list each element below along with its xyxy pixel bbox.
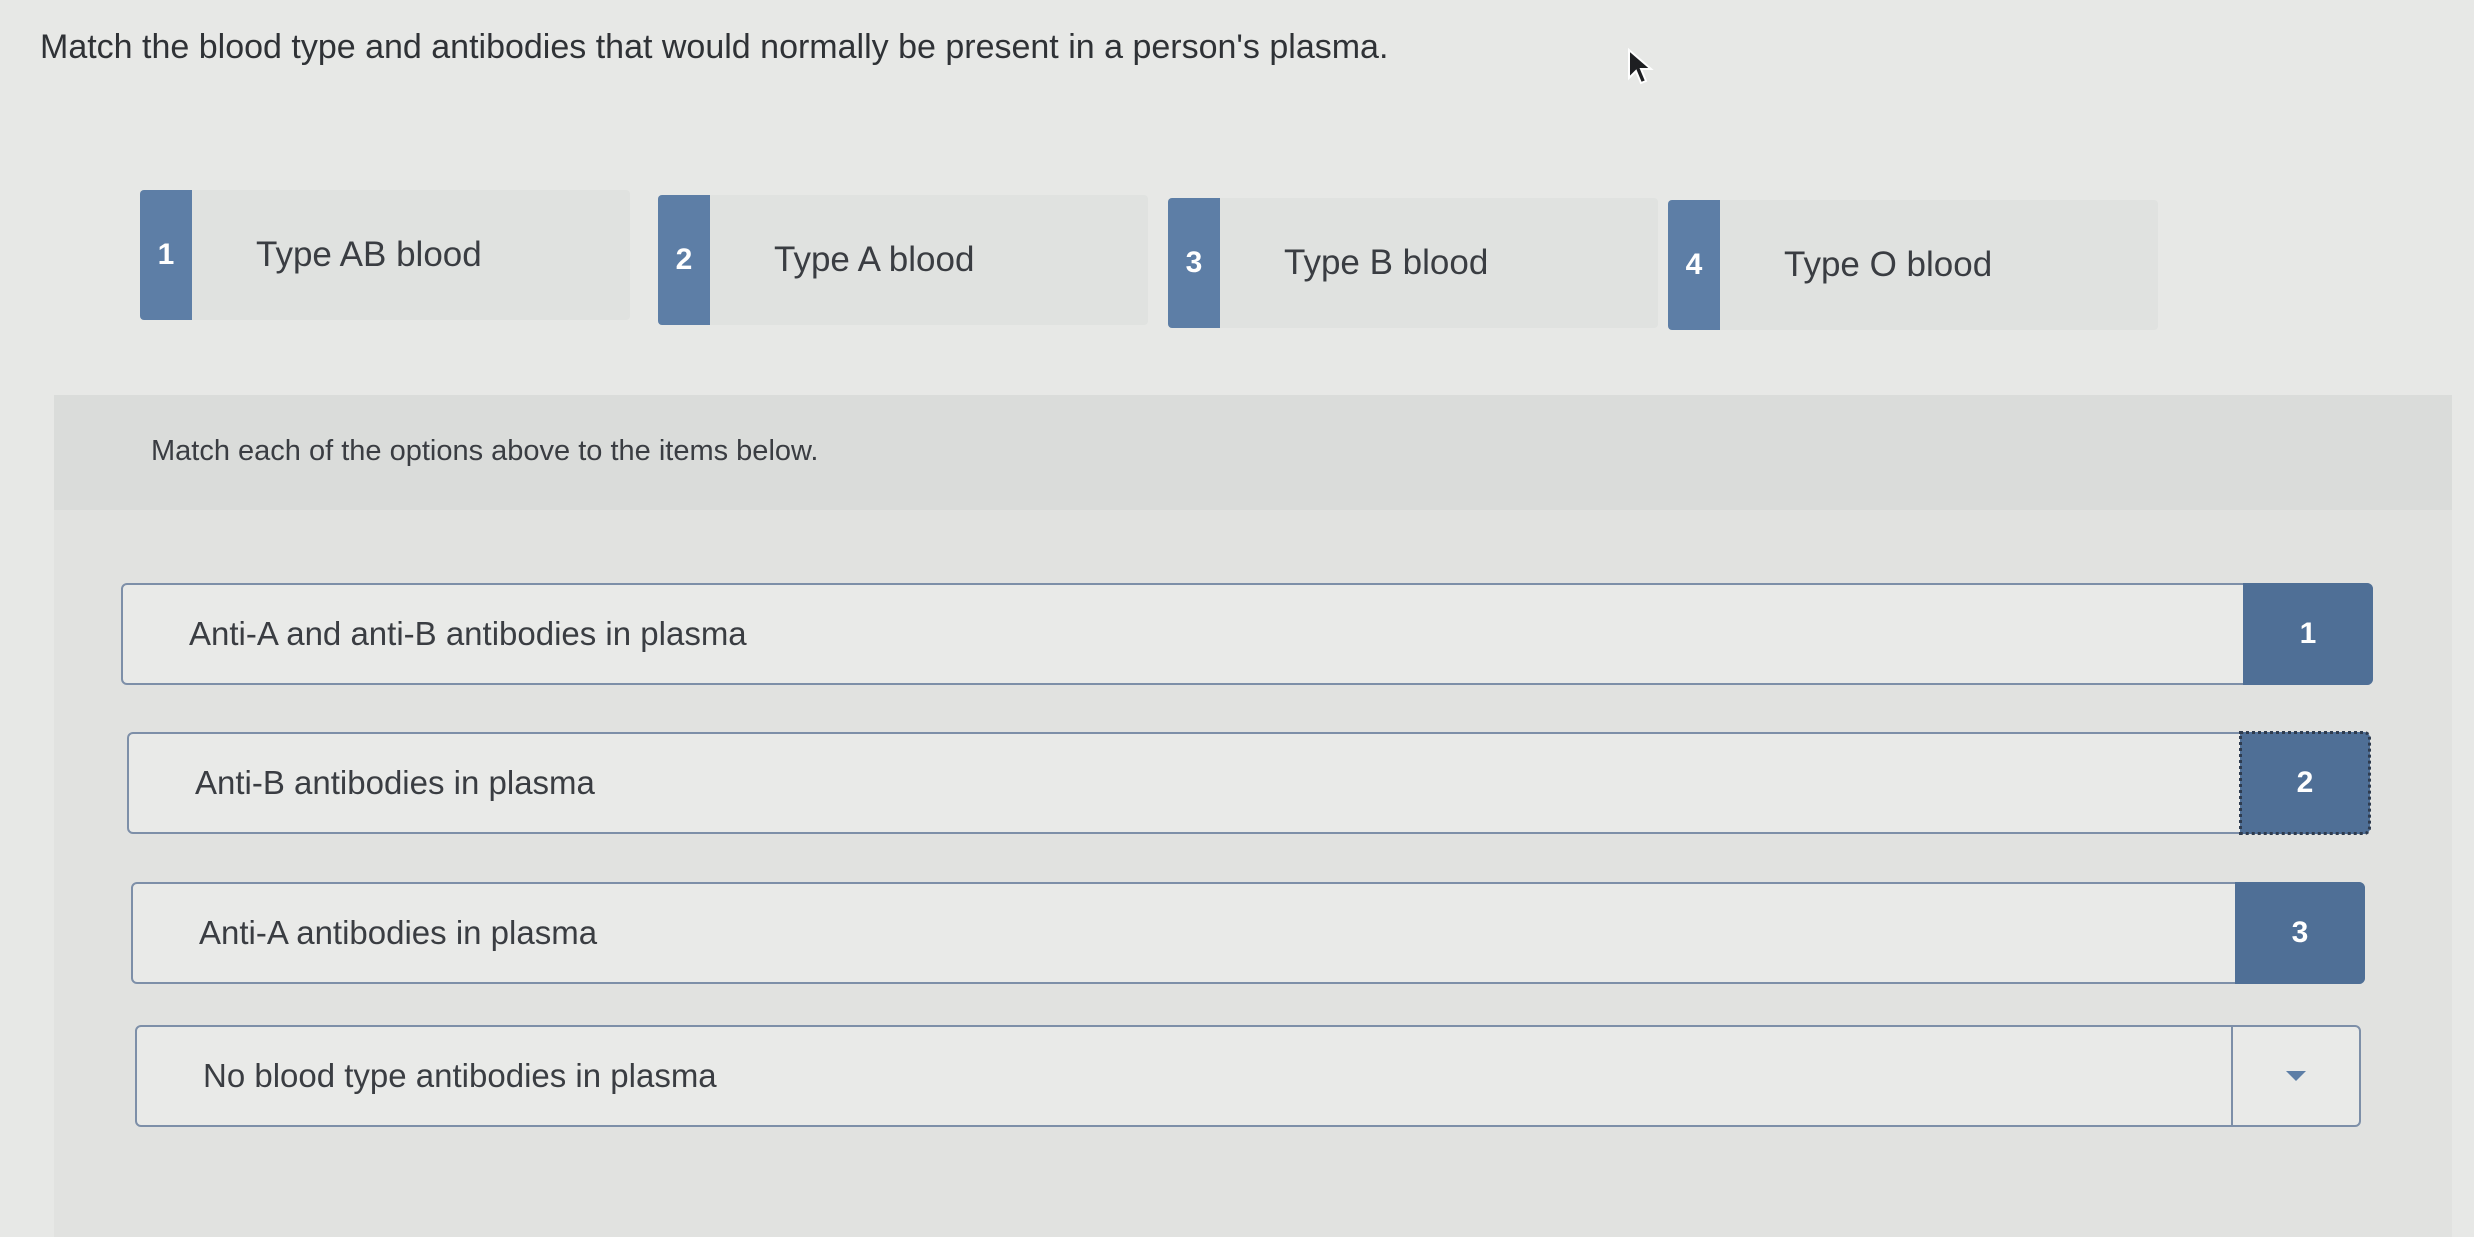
options-row: 1 Type AB blood 2 Type A blood 3 Type B … [140,190,2160,330]
option-number-badge: 1 [140,190,192,320]
match-item-text: Anti-A antibodies in plasma [199,914,598,951]
option-number-badge: 3 [1168,198,1220,328]
answer-select[interactable] [2231,1027,2359,1125]
option-type-b[interactable]: 3 Type B blood [1168,198,1658,328]
match-item-text: Anti-B antibodies in plasma [195,764,595,801]
match-item-anti-b: Anti-B antibodies in plasma 2 [127,731,2371,835]
option-type-ab[interactable]: 1 Type AB blood [140,190,630,320]
answer-select[interactable]: 2 [2239,731,2371,835]
match-item-text: Anti-A and anti-B antibodies in plasma [189,615,747,652]
answer-select[interactable]: 1 [2243,583,2373,685]
instruction-text: Match each of the options above to the i… [151,435,819,467]
match-item-no-antibodies: No blood type antibodies in plasma [135,1025,2361,1127]
option-label: Type AB blood [256,235,482,274]
question-text: Match the blood type and antibodies that… [40,28,1389,66]
match-header: Match each of the options above to the i… [54,395,2452,510]
answer-select[interactable]: 3 [2235,882,2365,984]
mouse-pointer-icon [1628,48,1654,85]
match-item-anti-a: Anti-A antibodies in plasma 3 [131,882,2365,984]
option-number-badge: 2 [658,195,710,325]
option-type-o[interactable]: 4 Type O blood [1668,200,2158,330]
option-type-a[interactable]: 2 Type A blood [658,195,1148,325]
option-label: Type A blood [774,240,975,279]
option-label: Type B blood [1284,243,1489,282]
match-item-text: No blood type antibodies in plasma [203,1057,717,1094]
match-item-anti-a-and-b: Anti-A and anti-B antibodies in plasma 1 [121,583,2373,685]
caret-down-icon [2286,1071,2306,1081]
option-number-badge: 4 [1668,200,1720,330]
match-panel: Match each of the options above to the i… [54,395,2452,1237]
option-label: Type O blood [1784,245,1993,284]
